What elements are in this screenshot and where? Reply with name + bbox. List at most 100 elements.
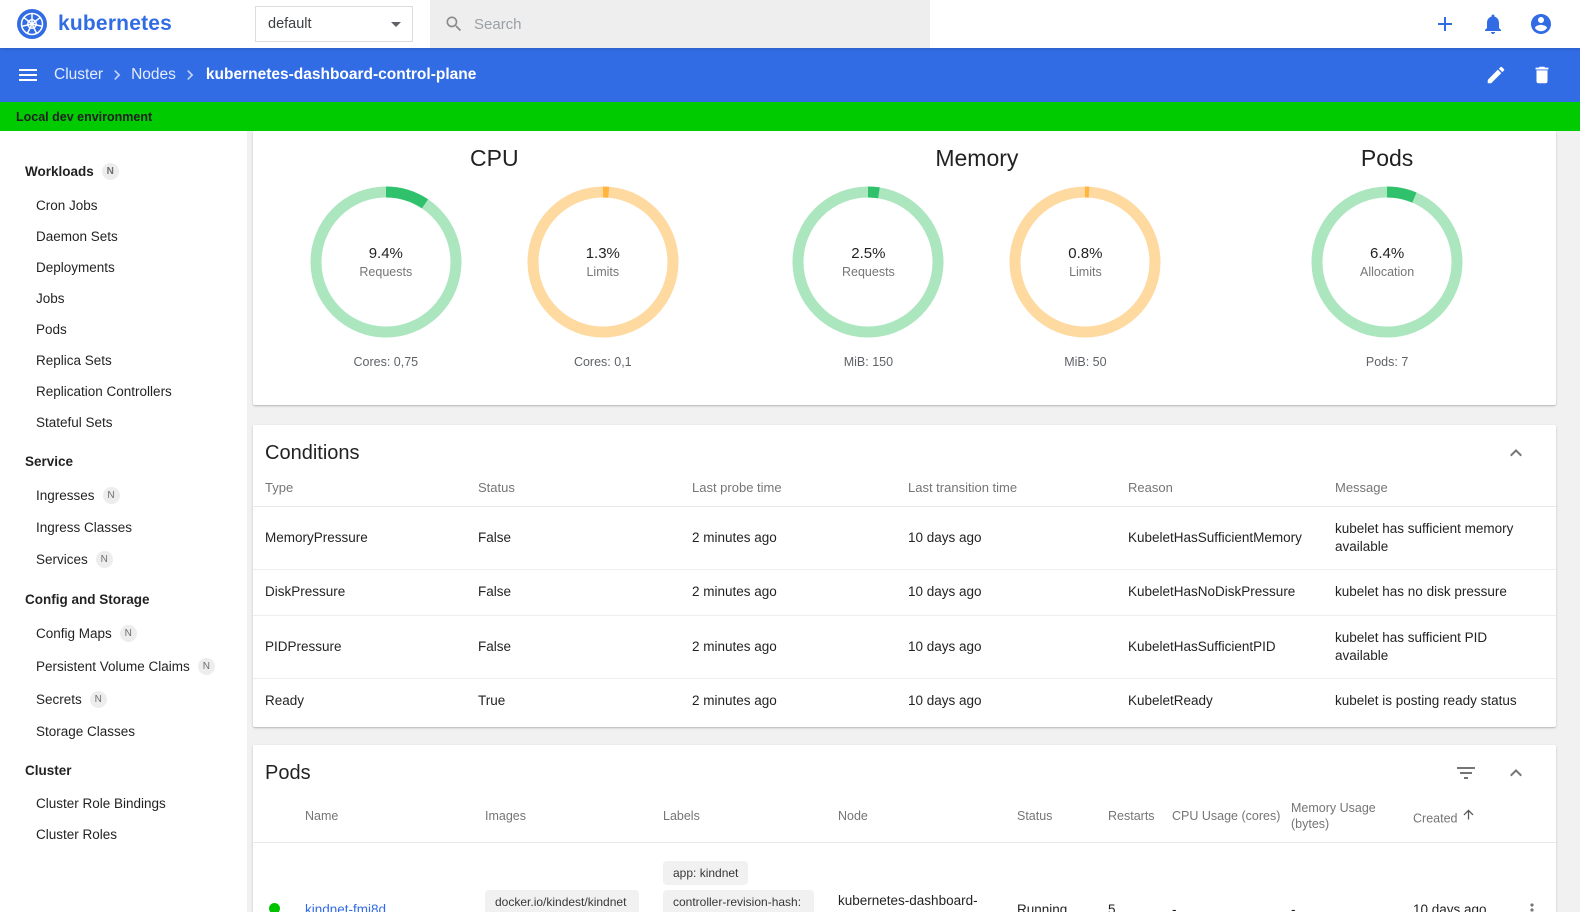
pod-created: 10 days ago: [1413, 901, 1487, 912]
search-icon: [446, 16, 462, 32]
sidebar-item-label: Cluster Role Bindings: [36, 796, 166, 811]
col-created[interactable]: Created: [1401, 791, 1507, 842]
col-images: Images: [485, 809, 526, 824]
pod-name-link[interactable]: kindnet-fmj8d: [305, 902, 386, 912]
action-bar: Cluster Nodes kubernetes-dashboard-contr…: [0, 48, 1580, 102]
sidebar-item-cluster-role-bindings[interactable]: Cluster Role Bindings: [0, 788, 247, 819]
pod-label-chip: controller-revision-hash: 58f5b657b8: [663, 889, 814, 912]
sidebar-item-label: Ingress Classes: [36, 520, 133, 535]
chevron-down-icon: [391, 22, 401, 27]
sidebar-item-label: Config Maps: [36, 626, 112, 641]
filter-button[interactable]: [1454, 761, 1478, 785]
create-button[interactable]: [1433, 12, 1457, 36]
sidebar-item-label: Deployments: [36, 260, 115, 275]
kubernetes-logo-icon: [17, 9, 47, 39]
sidebar-item-replication-controllers[interactable]: Replication Controllers: [0, 376, 247, 407]
environment-banner-text: Local dev environment: [16, 109, 153, 124]
gauge-value: 2.5%: [851, 245, 886, 262]
sidebar-item-stateful-sets[interactable]: Stateful Sets: [0, 407, 247, 438]
sidebar-item-label: Storage Classes: [36, 724, 136, 739]
gauge-metric-label: Allocation: [1359, 265, 1415, 279]
brand[interactable]: kubernetes: [16, 0, 172, 48]
condition-transition-time: 10 days ago: [908, 692, 982, 708]
search-input[interactable]: [474, 15, 884, 33]
pods-title: Pods: [265, 761, 311, 784]
environment-banner: Local dev environment: [0, 102, 1580, 131]
resource-actions: [1485, 64, 1553, 86]
pods-table: Name Images Labels Node Status Restarts …: [253, 791, 1556, 912]
cpu-limits-gauge: 1.3% Limits Cores: 0,1: [520, 182, 685, 369]
condition-transition-time: 10 days ago: [908, 584, 982, 600]
sidebar-item-config-maps[interactable]: Config Maps N: [0, 617, 247, 650]
sidebar-item-persistent-volume-claims[interactable]: Persistent Volume Claims N: [0, 650, 247, 683]
condition-status: False: [478, 584, 512, 600]
hamburger-menu-icon: [19, 69, 37, 81]
condition-type: Ready: [265, 692, 305, 708]
condition-status: False: [478, 638, 512, 654]
col-name[interactable]: Name: [293, 791, 473, 842]
delete-button[interactable]: [1531, 64, 1553, 86]
sidebar-item-storage-classes[interactable]: Storage Classes: [0, 716, 247, 747]
new-badge: N: [197, 658, 215, 675]
namespace-selector[interactable]: default: [255, 6, 413, 42]
search-bar[interactable]: [430, 0, 930, 48]
sidebar-item-label: Stateful Sets: [36, 415, 113, 430]
condition-reason: KubeletHasSufficientMemory: [1128, 530, 1302, 545]
sidebar-item-ingresses[interactable]: Ingresses N: [0, 479, 247, 512]
chevron-right-icon: [114, 70, 121, 80]
sidebar-section-label: Config and Storage: [25, 592, 150, 607]
gauge-metric-label: Limits: [1069, 265, 1102, 279]
gauge-metric-label: Requests: [359, 265, 413, 279]
sidebar-item-label: Cron Jobs: [36, 198, 98, 213]
sidebar-item-jobs[interactable]: Jobs: [0, 283, 247, 314]
sidebar-item-pods[interactable]: Pods: [0, 314, 247, 345]
account-circle-icon: [1531, 14, 1551, 34]
gauge-caption: Pods: 7: [1365, 355, 1409, 369]
breadcrumb-nodes[interactable]: Nodes: [131, 66, 176, 84]
condition-type: DiskPressure: [265, 584, 346, 600]
sidebar-group-workloads: Workloads N Cron Jobs Daemon Sets Deploy…: [0, 153, 247, 438]
pods-allocation-gauge: 6.4% Allocation Pods: 7: [1305, 182, 1470, 369]
conditions-card: Conditions Type Status Last probe time L…: [253, 425, 1556, 728]
conditions-title: Conditions: [265, 441, 360, 464]
sidebar-item-label: Replica Sets: [36, 353, 112, 368]
notifications-button[interactable]: [1481, 12, 1505, 36]
edit-button[interactable]: [1485, 64, 1507, 86]
sidebar-item-deployments[interactable]: Deployments: [0, 252, 247, 283]
pod-actions-button[interactable]: [1519, 900, 1544, 912]
collapse-conditions-button[interactable]: [1504, 441, 1528, 465]
col-type: Type: [265, 480, 294, 495]
condition-row: DiskPressure False 2 minutes ago 10 days…: [253, 570, 1556, 616]
app-header: kubernetes default: [0, 0, 1580, 48]
memory-requests-gauge: 2.5% Requests MiB: 150: [786, 182, 951, 369]
sidebar-item-cron-jobs[interactable]: Cron Jobs: [0, 190, 247, 221]
menu-button[interactable]: [16, 63, 40, 87]
col-actions: [1507, 791, 1556, 842]
sidebar-item-replica-sets[interactable]: Replica Sets: [0, 345, 247, 376]
pod-image-chip: docker.io/kindest/kindnetd:v20230511-dc7…: [485, 889, 639, 912]
account-button[interactable]: [1529, 12, 1553, 36]
sidebar-item-secrets[interactable]: Secrets N: [0, 683, 247, 716]
pod-cpu-usage: -: [1172, 901, 1177, 912]
sidebar: Workloads N Cron Jobs Daemon Sets Deploy…: [0, 131, 247, 912]
chevron-up-icon: [1510, 769, 1522, 777]
conditions-table: Type Status Last probe time Last transit…: [253, 471, 1556, 723]
sidebar-section-label: Workloads: [25, 164, 94, 179]
sidebar-item-ingress-classes[interactable]: Ingress Classes: [0, 512, 247, 543]
sidebar-item-cluster-roles[interactable]: Cluster Roles: [0, 819, 247, 850]
condition-status: False: [478, 530, 512, 545]
col-restarts[interactable]: Restarts: [1096, 791, 1160, 842]
gauge-value: 0.8%: [1068, 245, 1103, 262]
breadcrumb-cluster[interactable]: Cluster: [54, 66, 103, 84]
sidebar-item-services[interactable]: Services N: [0, 543, 247, 576]
pods-header-row: Name Images Labels Node Status Restarts …: [253, 791, 1556, 843]
col-status[interactable]: Status: [1005, 791, 1096, 842]
brand-name: kubernetes: [58, 12, 173, 35]
breadcrumb: Cluster Nodes kubernetes-dashboard-contr…: [54, 65, 476, 85]
sidebar-item-daemon-sets[interactable]: Daemon Sets: [0, 221, 247, 252]
collapse-pods-button[interactable]: [1504, 761, 1528, 785]
condition-transition-time: 10 days ago: [908, 638, 982, 654]
gauge-value: 6.4%: [1369, 245, 1405, 262]
pod-row[interactable]: kindnet-fmj8d docker.io/kindest/kindnetd…: [253, 842, 1556, 912]
condition-status: True: [478, 692, 506, 708]
